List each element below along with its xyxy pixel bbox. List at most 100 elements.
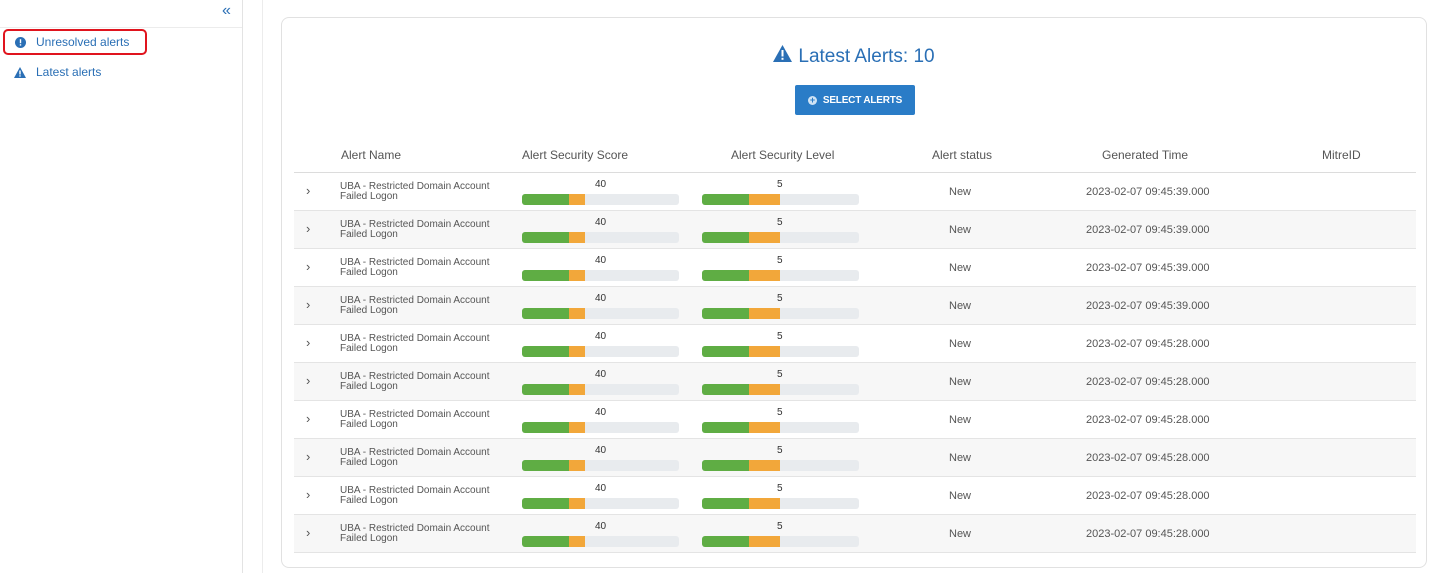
expand-chevron-icon[interactable]: › (306, 373, 310, 388)
alert-name-line2: Failed Logon (340, 381, 398, 392)
sidebar-item-latest-alerts[interactable]: Latest alerts (4, 59, 101, 85)
level-progress-green (702, 308, 750, 319)
security-score-value: 40 (595, 445, 607, 456)
score-progress-track (522, 460, 679, 471)
expand-chevron-icon[interactable]: › (306, 183, 310, 198)
table-row[interactable]: › UBA - Restricted Domain Account Failed… (294, 401, 1416, 439)
security-level-value: 5 (777, 255, 783, 266)
security-score-value: 40 (595, 331, 607, 342)
alert-name: UBA - Restricted Domain Account Failed L… (340, 448, 510, 468)
level-progress-green (702, 460, 750, 471)
expand-chevron-icon[interactable]: › (306, 449, 310, 464)
table-row[interactable]: › UBA - Restricted Domain Account Failed… (294, 325, 1416, 363)
security-level-value: 5 (777, 217, 783, 228)
alerts-table: Alert Name Alert Security Score Alert Se… (294, 138, 1416, 553)
level-progress-green (702, 536, 750, 547)
security-level-value: 5 (777, 179, 783, 190)
expand-chevron-icon[interactable]: › (306, 487, 310, 502)
security-score-value: 40 (595, 369, 607, 380)
score-progress-green (522, 232, 570, 243)
generated-time: 2023-02-07 09:45:28.000 (1086, 338, 1210, 350)
select-alerts-button[interactable]: + SELECT ALERTS (795, 85, 915, 115)
header-security-score[interactable]: Alert Security Score (522, 148, 628, 162)
expand-chevron-icon[interactable]: › (306, 259, 310, 274)
security-score-value: 40 (595, 521, 607, 532)
header-alert-name[interactable]: Alert Name (341, 148, 401, 162)
alert-status: New (949, 414, 972, 426)
expand-chevron-icon[interactable]: › (306, 411, 310, 426)
header-mitre-id[interactable]: MitreID (1322, 148, 1361, 162)
score-progress-orange (569, 460, 585, 471)
security-level-value: 5 (777, 407, 783, 418)
security-score-value: 40 (595, 255, 607, 266)
level-progress-green (702, 270, 750, 281)
table-row[interactable]: › UBA - Restricted Domain Account Failed… (294, 173, 1416, 211)
generated-time: 2023-02-07 09:45:39.000 (1086, 186, 1210, 198)
generated-time: 2023-02-07 09:45:28.000 (1086, 414, 1210, 426)
level-progress-track (702, 422, 859, 433)
score-progress-track (522, 346, 679, 357)
table-row[interactable]: › UBA - Restricted Domain Account Failed… (294, 439, 1416, 477)
alert-status: New (949, 490, 972, 502)
score-progress-track (522, 270, 679, 281)
level-progress-green (702, 422, 750, 433)
level-progress-green (702, 232, 750, 243)
level-progress-track (702, 232, 859, 243)
table-row[interactable]: › UBA - Restricted Domain Account Failed… (294, 477, 1416, 515)
level-progress-green (702, 384, 750, 395)
score-progress-orange (569, 346, 585, 357)
alert-name: UBA - Restricted Domain Account Failed L… (340, 258, 510, 278)
expand-chevron-icon[interactable]: › (306, 221, 310, 236)
expand-chevron-icon[interactable]: › (306, 335, 310, 350)
security-score-value: 40 (595, 483, 607, 494)
header-alert-status[interactable]: Alert status (932, 148, 992, 162)
table-row[interactable]: › UBA - Restricted Domain Account Failed… (294, 363, 1416, 401)
score-progress-green (522, 422, 570, 433)
info-circle-icon (14, 36, 26, 48)
score-progress-orange (569, 194, 585, 205)
alert-status: New (949, 186, 972, 198)
score-progress-green (522, 384, 570, 395)
alert-status: New (949, 300, 972, 312)
level-progress-track (702, 460, 859, 471)
score-progress-track (522, 232, 679, 243)
level-progress-track (702, 308, 859, 319)
level-progress-orange (749, 232, 781, 243)
score-progress-green (522, 498, 570, 509)
alert-name-line2: Failed Logon (340, 343, 398, 354)
sidebar-item-unresolved-alerts[interactable]: Unresolved alerts (3, 29, 147, 55)
warning-triangle-icon (14, 66, 26, 78)
score-progress-orange (569, 308, 585, 319)
alert-status: New (949, 224, 972, 236)
table-row[interactable]: › UBA - Restricted Domain Account Failed… (294, 287, 1416, 325)
security-score-value: 40 (595, 217, 607, 228)
alert-status: New (949, 376, 972, 388)
header-generated-time[interactable]: Generated Time (1102, 148, 1188, 162)
table-row[interactable]: › UBA - Restricted Domain Account Failed… (294, 249, 1416, 287)
table-row[interactable]: › UBA - Restricted Domain Account Failed… (294, 515, 1416, 553)
collapse-sidebar-icon[interactable]: « (222, 3, 231, 19)
score-progress-track (522, 384, 679, 395)
alert-name-line2: Failed Logon (340, 533, 398, 544)
table-body: › UBA - Restricted Domain Account Failed… (294, 173, 1416, 553)
alert-name-line2: Failed Logon (340, 191, 398, 202)
score-progress-track (522, 308, 679, 319)
score-progress-orange (569, 536, 585, 547)
table-row[interactable]: › UBA - Restricted Domain Account Failed… (294, 211, 1416, 249)
level-progress-green (702, 498, 750, 509)
level-progress-track (702, 346, 859, 357)
level-progress-orange (749, 460, 781, 471)
expand-chevron-icon[interactable]: › (306, 297, 310, 312)
latest-alerts-card: Latest Alerts: 10 + SELECT ALERTS Alert … (281, 17, 1427, 568)
score-progress-green (522, 346, 570, 357)
alert-name: UBA - Restricted Domain Account Failed L… (340, 182, 510, 202)
alert-name: UBA - Restricted Domain Account Failed L… (340, 410, 510, 430)
header-security-level[interactable]: Alert Security Level (731, 148, 834, 162)
sidebar: « Unresolved alerts Latest alerts (0, 0, 243, 573)
alert-status: New (949, 528, 972, 540)
alert-name-line2: Failed Logon (340, 267, 398, 278)
alert-status: New (949, 338, 972, 350)
score-progress-track (522, 422, 679, 433)
generated-time: 2023-02-07 09:45:28.000 (1086, 490, 1210, 502)
expand-chevron-icon[interactable]: › (306, 525, 310, 540)
